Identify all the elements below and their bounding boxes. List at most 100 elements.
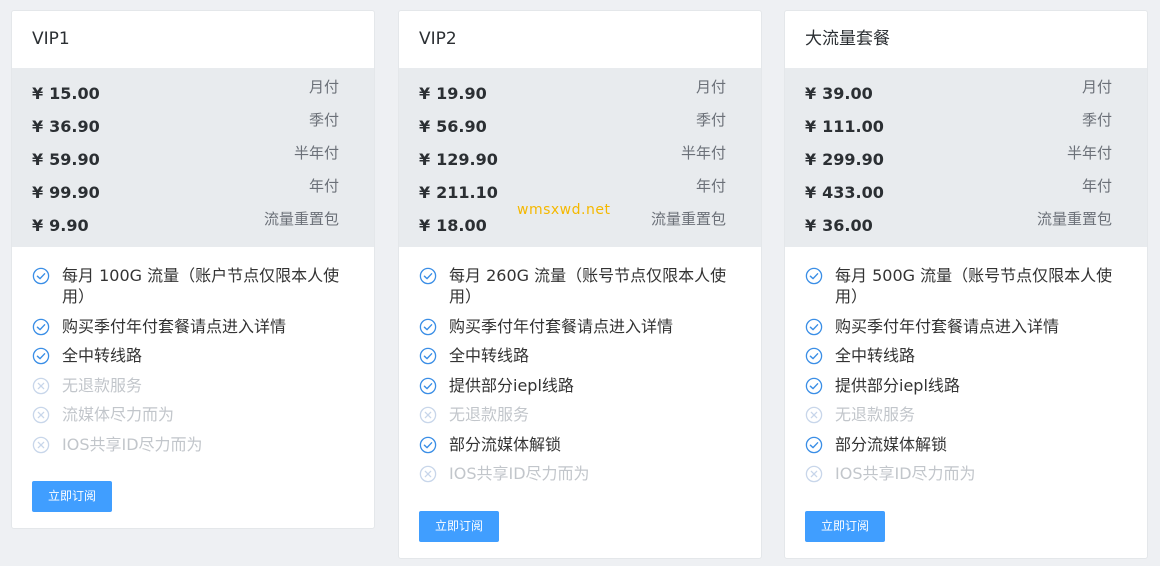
- card-bottom-spacer: [785, 542, 1147, 558]
- feature-item: 购买季付年付套餐请点进入详情: [419, 316, 741, 337]
- feature-item: 部分流媒体解锁: [419, 434, 741, 455]
- price-row: ¥19.90 月付: [399, 74, 761, 107]
- feature-text: 无退款服务: [835, 405, 916, 424]
- close-circle-icon: [419, 465, 437, 483]
- price-amount: ¥129.90: [419, 150, 498, 169]
- price-period: 月付: [308, 78, 339, 96]
- price-row: ¥129.90 半年付: [399, 140, 761, 173]
- currency-symbol: ¥: [419, 84, 431, 103]
- feature-text: 提供部分iepl线路: [449, 375, 574, 395]
- price-value: 56.90: [436, 117, 487, 136]
- check-circle-icon: [419, 267, 437, 285]
- close-circle-icon: [32, 436, 50, 454]
- feature-item: 无退款服务: [32, 375, 354, 396]
- feature-item: 提供部分iepl线路: [419, 375, 741, 396]
- currency-symbol: ¥: [805, 117, 817, 136]
- price-value: 433.00: [822, 183, 884, 202]
- price-amount: ¥211.10: [419, 183, 498, 202]
- check-circle-icon: [32, 347, 50, 365]
- price-amount: ¥36.90: [32, 117, 100, 136]
- feature-item: 每月 100G 流量（账户节点仅限本人使用）: [32, 265, 354, 307]
- feature-text: 每月 260G 流量（账号节点仅限本人使用）: [449, 266, 727, 306]
- check-circle-icon: [32, 318, 50, 336]
- price-value: 39.00: [822, 84, 873, 103]
- feature-item: 流媒体尽力而为: [32, 404, 354, 425]
- feature-text: IOS共享ID尽力而为: [449, 464, 590, 483]
- currency-symbol: ¥: [32, 150, 44, 169]
- price-amount: ¥15.00: [32, 84, 100, 103]
- plan-title: VIP2: [419, 29, 457, 49]
- price-row: ¥36.00 流量重置包: [785, 206, 1147, 239]
- feature-item: 全中转线路: [805, 345, 1127, 366]
- price-period: 月付: [1081, 78, 1112, 96]
- price-row: ¥59.90 半年付: [12, 140, 374, 173]
- plan-card: VIP1 ¥15.00 月付 ¥36.90 季付 ¥59.90 半年付 ¥99.90 年付 ¥9.…: [11, 10, 375, 529]
- price-amount: ¥299.90: [805, 150, 884, 169]
- card-bottom-spacer: [399, 542, 761, 558]
- check-circle-icon: [419, 318, 437, 336]
- feature-item: 无退款服务: [805, 404, 1127, 425]
- price-value: 129.90: [436, 150, 498, 169]
- feature-text: 每月 500G 流量（账号节点仅限本人使用）: [835, 266, 1113, 306]
- feature-item: IOS共享ID尽力而为: [32, 434, 354, 455]
- price-value: 211.10: [436, 183, 498, 202]
- plan-title: VIP1: [32, 29, 70, 49]
- price-list: ¥39.00 月付 ¥111.00 季付 ¥299.90 半年付 ¥433.00 年付 ¥36.…: [785, 68, 1147, 247]
- price-period: 月付: [695, 78, 726, 96]
- feature-text: IOS共享ID尽力而为: [835, 464, 976, 483]
- card-bottom-spacer: [12, 512, 374, 528]
- feature-item: 全中转线路: [32, 345, 354, 366]
- price-value: 15.00: [49, 84, 100, 103]
- price-amount: ¥18.00: [419, 216, 487, 235]
- feature-text: 全中转线路: [449, 346, 530, 365]
- feature-item: IOS共享ID尽力而为: [419, 463, 741, 484]
- price-amount: ¥19.90: [419, 84, 487, 103]
- price-period: 年付: [695, 177, 726, 195]
- price-row: ¥36.90 季付: [12, 107, 374, 140]
- check-circle-icon: [805, 436, 823, 454]
- close-circle-icon: [419, 406, 437, 424]
- price-row: ¥39.00 月付: [785, 74, 1147, 107]
- check-circle-icon: [419, 347, 437, 365]
- price-amount: ¥111.00: [805, 117, 884, 136]
- price-list: ¥15.00 月付 ¥36.90 季付 ¥59.90 半年付 ¥99.90 年付 ¥9.90 流量…: [12, 68, 374, 247]
- check-circle-icon: [805, 267, 823, 285]
- price-amount: ¥99.90: [32, 183, 100, 202]
- subscribe-button[interactable]: 立即订阅: [419, 510, 499, 542]
- feature-text: 无退款服务: [62, 375, 143, 395]
- price-period: 季付: [1081, 111, 1112, 129]
- feature-text: 购买季付年付套餐请点进入详情: [449, 316, 674, 336]
- price-row: ¥433.00 年付: [785, 173, 1147, 206]
- price-value: 299.90: [822, 150, 884, 169]
- price-amount: ¥433.00: [805, 183, 884, 202]
- check-circle-icon: [419, 377, 437, 395]
- feature-text: 部分流媒体解锁: [835, 434, 948, 454]
- currency-symbol: ¥: [805, 216, 817, 235]
- feature-text: 提供部分iepl线路: [835, 375, 960, 395]
- feature-item: 全中转线路: [419, 345, 741, 366]
- plan-title: 大流量套餐: [805, 29, 890, 49]
- watermark-text: wmsxwd.net: [517, 202, 611, 218]
- subscribe-button[interactable]: 立即订阅: [32, 481, 112, 512]
- currency-symbol: ¥: [419, 183, 431, 202]
- price-period: 季付: [308, 111, 339, 129]
- price-amount: ¥39.00: [805, 84, 873, 103]
- feature-item: 购买季付年付套餐请点进入详情: [805, 316, 1127, 337]
- currency-symbol: ¥: [805, 183, 817, 202]
- price-row: ¥56.90 季付: [399, 107, 761, 140]
- feature-item: 每月 500G 流量（账号节点仅限本人使用）: [805, 265, 1127, 307]
- price-value: 36.00: [822, 216, 873, 235]
- feature-text: 全中转线路: [835, 346, 916, 365]
- feature-list: 每月 500G 流量（账号节点仅限本人使用） 购买季付年付套餐请点进入详情全中转线…: [785, 247, 1147, 484]
- currency-symbol: ¥: [805, 150, 817, 169]
- feature-item: 部分流媒体解锁: [805, 434, 1127, 455]
- feature-list: 每月 100G 流量（账户节点仅限本人使用） 购买季付年付套餐请点进入详情 全中转线…: [12, 247, 374, 455]
- plan-card: 大流量套餐 ¥39.00 月付 ¥111.00 季付 ¥299.90 半年付 ¥433.00 年…: [784, 10, 1148, 559]
- subscribe-button[interactable]: 立即订阅: [805, 510, 885, 542]
- price-row: ¥9.90 流量重置包: [12, 206, 374, 239]
- check-circle-icon: [805, 347, 823, 365]
- check-circle-icon: [32, 267, 50, 285]
- price-period: 年付: [1081, 177, 1112, 195]
- feature-text: IOS共享ID尽力而为: [62, 434, 203, 454]
- price-row: ¥111.00 季付: [785, 107, 1147, 140]
